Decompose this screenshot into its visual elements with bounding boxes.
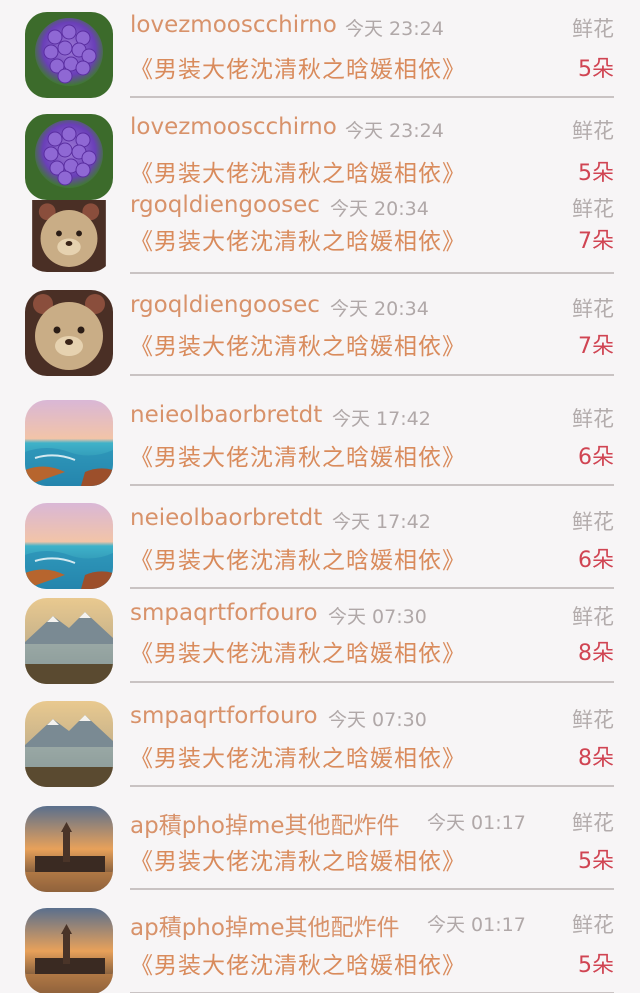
gift-record-row[interactable]: neieolbaorbretdt 今天 17:42 鲜花《男装大佬沈清秋之晗媛相依》… bbox=[0, 392, 640, 502]
row-divider bbox=[130, 888, 614, 890]
timestamp: 今天 20:34 bbox=[330, 198, 429, 220]
gift-type-label: 鲜花 bbox=[572, 197, 614, 221]
book-title-link[interactable]: 《男装大佬沈清秋之晗媛相依》 bbox=[130, 946, 466, 980]
row-divider bbox=[130, 785, 614, 787]
gift-type-label: 鲜花 bbox=[572, 913, 614, 937]
bear-avatar[interactable] bbox=[25, 290, 113, 376]
gift-type-label: 鲜花 bbox=[572, 407, 614, 431]
flower-count: 8朵 bbox=[578, 746, 614, 771]
book-title-link[interactable]: 《男装大佬沈清秋之晗媛相依》 bbox=[130, 842, 466, 876]
book-title-link[interactable]: 《男装大佬沈清秋之晗媛相依》 bbox=[130, 541, 466, 575]
flower-count: 5朵 bbox=[578, 849, 614, 874]
city-sunset-avatar[interactable] bbox=[25, 806, 113, 892]
timestamp: 今天 23:24 bbox=[345, 18, 444, 40]
hydrangea-avatar[interactable] bbox=[25, 12, 113, 98]
gift-record-row[interactable]: smpaqrtforfouro 今天 07:30 鲜花《男装大佬沈清秋之晗媛相依》 8… bbox=[0, 592, 640, 702]
row-divider bbox=[130, 587, 614, 589]
gift-type-label: 鲜花 bbox=[572, 119, 614, 143]
seascape-avatar[interactable] bbox=[25, 400, 113, 486]
username[interactable]: neieolbaorbretdt bbox=[130, 402, 322, 428]
timestamp: 今天 01:17 bbox=[427, 914, 526, 936]
flower-count: 6朵 bbox=[578, 445, 614, 470]
username[interactable]: rgoqldiengoosec bbox=[130, 192, 320, 218]
city-sunset-avatar[interactable] bbox=[25, 908, 113, 993]
flower-count: 5朵 bbox=[578, 57, 614, 82]
gift-record-row[interactable]: rgoqldiengoosec 今天 20:34 鲜花《男装大佬沈清秋之晗媛相依》 7… bbox=[0, 192, 640, 280]
row-divider bbox=[130, 484, 614, 486]
flower-count: 5朵 bbox=[578, 161, 614, 186]
gift-record-row[interactable]: smpaqrtforfouro 今天 07:30 鲜花《男装大佬沈清秋之晗媛相依》 8… bbox=[0, 693, 640, 803]
timestamp: 今天 23:24 bbox=[345, 120, 444, 142]
username[interactable]: ap積pho掉me其他配炸件 bbox=[130, 806, 400, 840]
book-title-link[interactable]: 《男装大佬沈清秋之晗媛相依》 bbox=[130, 327, 466, 361]
book-title-link[interactable]: 《男装大佬沈清秋之晗媛相依》 bbox=[130, 50, 466, 84]
flower-count: 7朵 bbox=[578, 229, 614, 254]
username[interactable]: neieolbaorbretdt bbox=[130, 505, 322, 531]
gift-record-row[interactable]: neieolbaorbretdt 今天 17:42 鲜花《男装大佬沈清秋之晗媛相依》… bbox=[0, 495, 640, 605]
mountain-lake-avatar[interactable] bbox=[25, 598, 113, 684]
row-divider bbox=[130, 96, 614, 98]
book-title-link[interactable]: 《男装大佬沈清秋之晗媛相依》 bbox=[130, 222, 466, 256]
gift-type-label: 鲜花 bbox=[572, 510, 614, 534]
timestamp: 今天 07:30 bbox=[328, 606, 427, 628]
timestamp: 今天 01:17 bbox=[427, 812, 526, 834]
book-title-link[interactable]: 《男装大佬沈清秋之晗媛相依》 bbox=[130, 634, 466, 668]
timestamp: 今天 17:42 bbox=[332, 511, 431, 533]
gift-type-label: 鲜花 bbox=[572, 811, 614, 835]
timestamp: 今天 17:42 bbox=[332, 408, 431, 430]
book-title-link[interactable]: 《男装大佬沈清秋之晗媛相依》 bbox=[130, 438, 466, 472]
gift-type-label: 鲜花 bbox=[572, 708, 614, 732]
flower-count: 5朵 bbox=[578, 953, 614, 978]
seascape-avatar[interactable] bbox=[25, 503, 113, 589]
row-divider bbox=[130, 272, 614, 274]
username[interactable]: rgoqldiengoosec bbox=[130, 292, 320, 318]
username[interactable]: lovezmooscchirno bbox=[130, 12, 337, 38]
timestamp: 今天 20:34 bbox=[330, 298, 429, 320]
flower-gift-list[interactable]: lovezmooscchirno 今天 23:24 鲜花 《男装大佬沈清秋之晗媛相依》… bbox=[0, 0, 640, 993]
username[interactable]: smpaqrtforfouro bbox=[130, 703, 318, 729]
bear-avatar[interactable] bbox=[25, 200, 113, 272]
gift-record-row[interactable]: lovezmooscchirno 今天 23:24 鲜花《男装大佬沈清秋之晗媛相依》… bbox=[0, 0, 640, 110]
gift-record-row[interactable]: ap積pho掉me其他配炸件 今天 01:17 鲜花《男装大佬沈清秋之晗媛相依》 5朵 bbox=[0, 902, 640, 993]
gift-type-label: 鲜花 bbox=[572, 605, 614, 629]
gift-type-label: 鲜花 bbox=[572, 17, 614, 41]
gift-record-row[interactable]: lovezmooscchirno 今天 23:24 鲜花《男装大佬沈清秋之晗媛相依》… bbox=[0, 102, 640, 212]
gift-record-row[interactable]: ap積pho掉me其他配炸件 今天 01:17 鲜花《男装大佬沈清秋之晗媛相依》 5朵 bbox=[0, 800, 640, 910]
username[interactable]: ap積pho掉me其他配炸件 bbox=[130, 908, 400, 942]
timestamp: 今天 07:30 bbox=[328, 709, 427, 731]
flower-count: 6朵 bbox=[578, 548, 614, 573]
row-divider bbox=[130, 374, 614, 376]
flower-count: 7朵 bbox=[578, 334, 614, 359]
username[interactable]: smpaqrtforfouro bbox=[130, 600, 318, 626]
book-title-link[interactable]: 《男装大佬沈清秋之晗媛相依》 bbox=[130, 739, 466, 773]
book-title-link[interactable]: 《男装大佬沈清秋之晗媛相依》 bbox=[130, 154, 466, 188]
mountain-lake-avatar[interactable] bbox=[25, 701, 113, 787]
gift-type-label: 鲜花 bbox=[572, 297, 614, 321]
row-divider bbox=[130, 681, 614, 683]
flower-count: 8朵 bbox=[578, 641, 614, 666]
username[interactable]: lovezmooscchirno bbox=[130, 114, 337, 140]
gift-record-row[interactable]: rgoqldiengoosec 今天 20:34 鲜花《男装大佬沈清秋之晗媛相依》 7… bbox=[0, 282, 640, 392]
hydrangea-avatar[interactable] bbox=[25, 114, 113, 200]
